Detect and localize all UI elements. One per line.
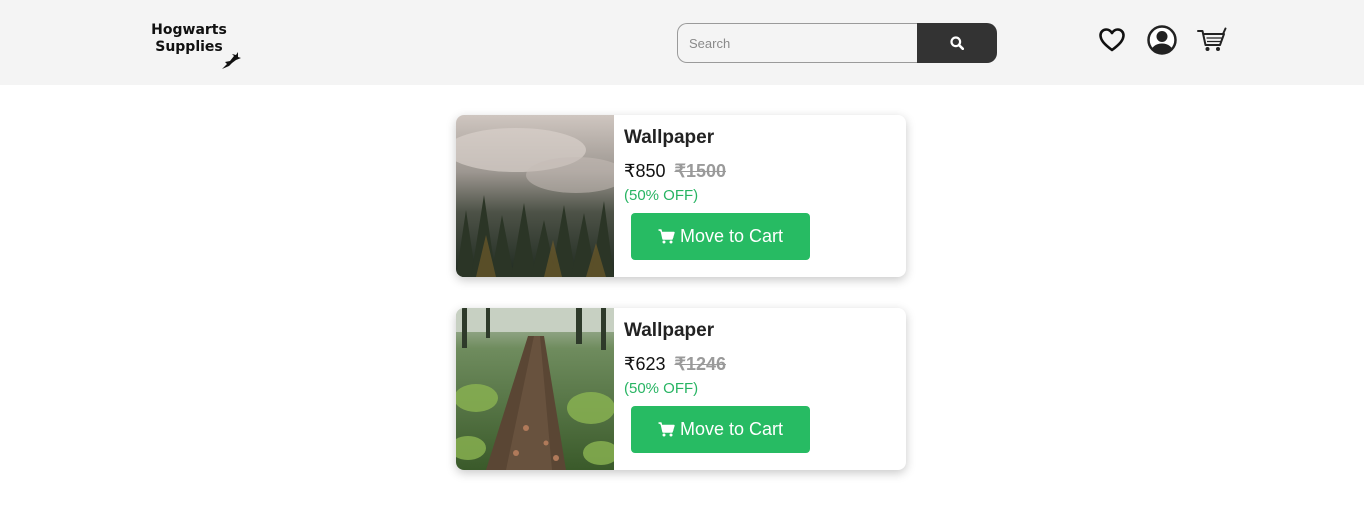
price-row: ₹850 ₹1500 xyxy=(624,161,726,182)
wishlist-button[interactable] xyxy=(1096,24,1128,56)
search-input[interactable] xyxy=(677,23,918,63)
heart-icon xyxy=(1099,28,1125,52)
account-button[interactable] xyxy=(1146,24,1178,56)
move-to-cart-label: Move to Cart xyxy=(679,419,784,439)
logo-line1: Hogwarts xyxy=(151,22,227,38)
discount-label: (50% OFF) xyxy=(624,187,699,204)
product-image-misty-forest[interactable] xyxy=(456,115,614,277)
price-row: ₹623 ₹1246 xyxy=(624,354,726,375)
cart-icon xyxy=(1197,27,1227,51)
user-icon xyxy=(1147,25,1177,55)
logo[interactable]: Hogwarts Supplies xyxy=(148,22,244,72)
original-price: ₹1500 xyxy=(674,161,727,181)
search-icon xyxy=(950,36,964,50)
discount-label: (50% OFF) xyxy=(624,380,699,397)
shopping-cart-icon xyxy=(658,422,675,437)
wishlist-card: Wallpaper ₹850 ₹1500 (50% OFF) Move to C… xyxy=(456,115,906,277)
wishlist-card: Wallpaper ₹623 ₹1246 (50% OFF) Move to C… xyxy=(456,308,906,470)
product-title: Wallpaper xyxy=(624,127,715,148)
move-to-cart-label: Move to Cart xyxy=(679,226,784,246)
move-to-cart-button[interactable]: Move to Cart xyxy=(631,213,810,260)
shopping-cart-icon xyxy=(658,229,675,244)
cart-button[interactable] xyxy=(1196,24,1228,56)
bird-icon xyxy=(222,52,241,69)
original-price: ₹1246 xyxy=(674,354,727,374)
navbar: Hogwarts Supplies xyxy=(0,0,1364,85)
current-price: ₹850 xyxy=(624,161,666,181)
logo-line2: Supplies xyxy=(155,39,223,55)
product-title: Wallpaper xyxy=(624,320,715,341)
move-to-cart-button[interactable]: Move to Cart xyxy=(631,406,810,453)
product-image-forest-path[interactable] xyxy=(456,308,614,470)
search-button[interactable] xyxy=(917,23,997,63)
current-price: ₹623 xyxy=(624,354,666,374)
